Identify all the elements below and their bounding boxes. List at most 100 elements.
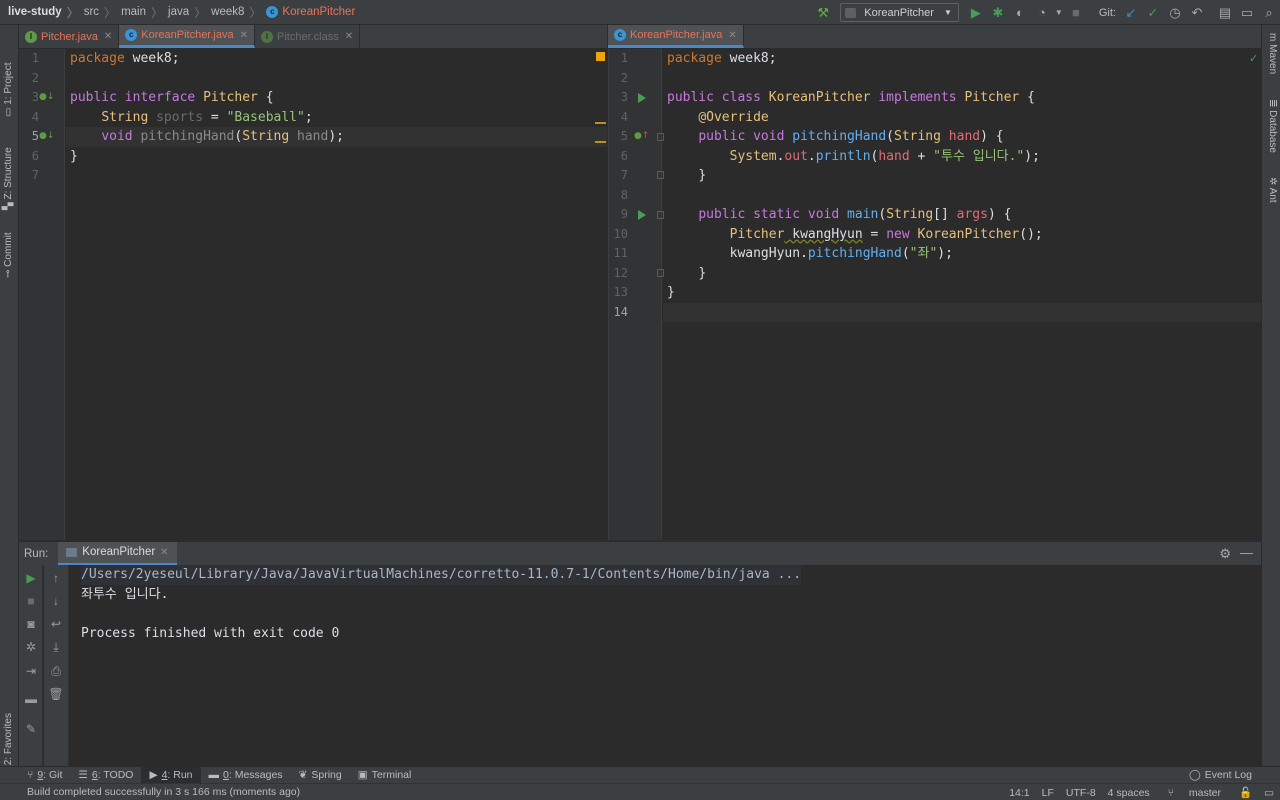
class-icon: c	[266, 6, 279, 18]
up-arrow-icon[interactable]: ↑	[48, 570, 64, 586]
class-name: KoreanPitcher	[909, 226, 1020, 242]
close-icon[interactable]: ✕	[345, 31, 353, 42]
maven-tool-tab[interactable]: m Maven	[1267, 33, 1278, 74]
breadcrumb-project[interactable]: live-study 〉	[8, 4, 84, 21]
run-gutter-icon[interactable]	[638, 93, 646, 103]
tool-tab-messages[interactable]: ▬ 0: Messages	[201, 767, 291, 784]
run-icon[interactable]: ▶	[965, 2, 987, 24]
close-icon[interactable]: ✕	[104, 31, 112, 42]
print-icon[interactable]: ⎙	[48, 663, 64, 679]
tool-tab-todo[interactable]: ☰ 6: TODO	[70, 767, 141, 784]
run-configuration-select[interactable]: KoreanPitcher ▼	[840, 3, 959, 22]
search-icon[interactable]: ⌕	[1258, 2, 1280, 24]
scroll-to-end-icon[interactable]: ⤓	[48, 639, 64, 655]
tab-pitcher-class[interactable]: I Pitcher.class ✕	[255, 25, 361, 48]
fold-icon[interactable]	[657, 269, 664, 277]
branch-name: master	[1188, 786, 1221, 799]
bug-icon[interactable]: ✲	[23, 639, 39, 655]
git-update-icon[interactable]: ↙	[1120, 2, 1142, 24]
fold-icon[interactable]	[657, 133, 664, 141]
error-stripe-marker[interactable]	[595, 122, 606, 124]
ant-tool-tab[interactable]: ✲ Ant	[1267, 177, 1278, 203]
run-tab-koreanpitcher[interactable]: KoreanPitcher ✕	[58, 541, 177, 566]
tab-koreanpitcher-java[interactable]: c KoreanPitcher.java ✕	[119, 25, 255, 48]
method-name: pitchingHand	[792, 129, 887, 144]
git-history-icon[interactable]: ◷	[1164, 2, 1186, 24]
trash-icon[interactable]: 🗑	[48, 686, 64, 702]
code-text: ;	[304, 109, 313, 125]
code-text: =	[862, 226, 887, 242]
line-separator[interactable]: LF	[1036, 787, 1060, 799]
exit-icon[interactable]: ⇥	[23, 663, 39, 679]
file-encoding[interactable]: UTF-8	[1060, 787, 1102, 799]
keyword: public	[698, 129, 746, 144]
git-branch-widget[interactable]: ⑂ master	[1156, 787, 1233, 799]
fold-icon[interactable]	[657, 211, 664, 219]
stop-icon[interactable]: ■	[23, 593, 39, 609]
implemented-down-arrow-icon[interactable]: ●↓	[39, 131, 54, 141]
breadcrumb-current-file[interactable]: c KoreanPitcher	[266, 6, 355, 18]
build-hammer-icon[interactable]: ⚒	[812, 2, 834, 24]
tool-tab-terminal[interactable]: ▣ Terminal	[350, 767, 420, 784]
breadcrumb-label: KoreanPitcher	[282, 6, 356, 18]
close-icon[interactable]: ✕	[240, 30, 248, 41]
minimize-icon[interactable]: —	[1240, 545, 1253, 560]
right-editor[interactable]: 1 2 3 4 5 6 7 8 9 10 11 12 13 14 ●↑ pack…	[608, 49, 1261, 540]
stop-icon[interactable]: ■	[1065, 2, 1087, 24]
left-editor[interactable]: 1 2 3 4 5 6 7 ●↓ ●↓ package week8; publi…	[19, 49, 607, 540]
run-gutter-icon[interactable]	[638, 210, 646, 220]
breadcrumb-java[interactable]: java 〉	[168, 4, 211, 21]
keyword: implements	[878, 90, 957, 105]
implements-up-arrow-icon[interactable]: ●↑	[634, 131, 649, 141]
profiler-icon[interactable]: ◔	[1031, 2, 1053, 24]
code-text: (	[901, 246, 910, 261]
pin-icon[interactable]: ✎	[23, 721, 39, 737]
tab-label: KoreanPitcher.java	[630, 29, 723, 41]
ant-icon: ✲	[1267, 177, 1278, 188]
breadcrumb-main[interactable]: main 〉	[121, 4, 168, 21]
layout-icon[interactable]: ▬	[23, 691, 39, 707]
caret-position[interactable]: 14:1	[1003, 787, 1035, 799]
rerun-icon[interactable]: ▶	[23, 570, 39, 586]
database-tool-tab[interactable]: ≣ Database	[1267, 99, 1278, 153]
tool-tab-run[interactable]: ▶ 4: Run	[141, 766, 201, 784]
fold-icon[interactable]	[657, 171, 664, 179]
coverage-icon[interactable]: ◐	[1009, 2, 1031, 24]
warning-stripe-icon[interactable]	[596, 52, 605, 61]
commit-tool-tab[interactable]: ⊸ Commit	[3, 232, 14, 278]
keyword: package	[667, 51, 722, 66]
implemented-down-arrow-icon[interactable]: ●↓	[39, 92, 54, 102]
close-icon[interactable]: ✕	[728, 30, 736, 41]
breadcrumb-src[interactable]: src 〉	[84, 4, 121, 21]
down-arrow-icon[interactable]: ↓	[48, 593, 64, 609]
debug-bug-icon[interactable]: ✱	[987, 2, 1009, 24]
project-structure-icon[interactable]: ▤	[1214, 2, 1236, 24]
structure-tab-label: Z: Structure	[3, 147, 14, 200]
presentation-mode-icon[interactable]: ▭	[1236, 2, 1258, 24]
settings-gear-icon[interactable]: ⚙	[1219, 546, 1231, 562]
tool-tab-event-log[interactable]: ◯ Event Log	[1181, 767, 1260, 784]
commit-icon: ⊸	[3, 266, 14, 278]
git-commit-check-icon[interactable]: ✓	[1142, 2, 1164, 24]
tab-pitcher-java[interactable]: I Pitcher.java ✕	[19, 25, 120, 48]
structure-tool-tab[interactable]: ▚ Z: Structure	[3, 147, 14, 210]
status-message[interactable]: Build completed successfully in 3 s 166 …	[27, 786, 300, 798]
tab-koreanpitcher-java-right[interactable]: c KoreanPitcher.java ✕	[608, 25, 744, 48]
git-branch-icon: ⑂	[1167, 786, 1177, 799]
tool-tab-git[interactable]: ⑂ 9: Git	[19, 767, 70, 784]
lock-icon[interactable]: 🔓	[1233, 786, 1258, 799]
code-text: {	[1019, 90, 1035, 105]
soft-wrap-icon[interactable]: ↩	[48, 616, 64, 632]
project-tool-tab[interactable]: ▭ 1: Project	[3, 63, 14, 117]
close-icon[interactable]: ✕	[160, 547, 168, 558]
memory-indicator-icon[interactable]: ▭	[1258, 787, 1280, 799]
more-run-dropdown-icon[interactable]: ▼	[1053, 2, 1065, 24]
camera-dump-icon[interactable]: ◙	[23, 616, 39, 632]
breadcrumb-week8[interactable]: week8 〉	[211, 4, 266, 21]
console-command-line[interactable]: /Users/2yeseul/Library/Java/JavaVirtualM…	[81, 565, 802, 585]
error-stripe-marker[interactable]	[595, 141, 606, 143]
tool-tab-spring[interactable]: ❦ Spring	[291, 767, 350, 784]
git-rollback-icon[interactable]: ↶	[1186, 2, 1208, 24]
inspection-ok-check-icon[interactable]: ✓	[1249, 52, 1258, 65]
indent-setting[interactable]: 4 spaces	[1102, 787, 1156, 799]
